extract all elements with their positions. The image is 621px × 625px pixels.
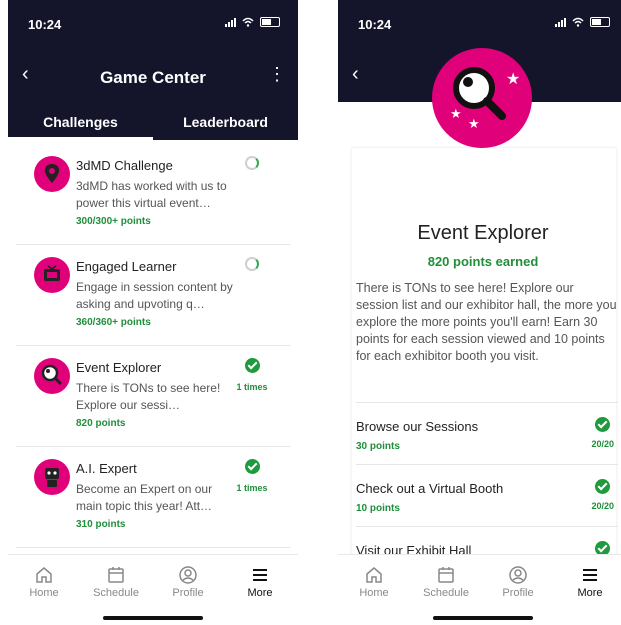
challenge-description: Become an Expert on our main topic this … <box>76 482 213 513</box>
checkmark-icon <box>595 417 610 432</box>
challenge-description: There is TONs to see here! Explore our s… <box>76 381 221 412</box>
checkmark-icon <box>595 479 610 494</box>
nav-home[interactable]: Home <box>338 565 410 599</box>
challenge-card[interactable]: 3dMD Challenge 3dMD has worked with us t… <box>16 144 290 245</box>
completion-status: 1 times <box>222 358 282 392</box>
nav-profile[interactable]: Profile <box>152 565 224 599</box>
checkmark-icon <box>244 358 260 373</box>
status-time: 10:24 <box>358 17 392 32</box>
page-title: Game Center <box>100 68 206 87</box>
back-arrow-icon[interactable]: ‹ <box>352 64 359 84</box>
magnifier-stars-icon: ★ ★ ★ <box>432 48 532 148</box>
task-points: 10 points <box>356 503 400 514</box>
task-label: Browse our Sessions <box>356 419 479 434</box>
nav-profile[interactable]: Profile <box>482 565 554 599</box>
challenge-title: 3dMD Challenge <box>76 158 173 173</box>
challenge-list: 3dMD Challenge 3dMD has worked with us t… <box>8 144 298 554</box>
tab-bar: Challenges Leaderboard <box>8 104 298 140</box>
home-indicator <box>103 616 203 620</box>
completion-count: 1 times <box>236 483 268 493</box>
signal-icon <box>225 17 236 27</box>
menu-icon <box>253 569 267 581</box>
menu-icon <box>583 569 597 581</box>
challenge-card[interactable]: Engaged Learner Engage in session conten… <box>16 245 290 346</box>
challenge-title: A.I. Expert <box>76 461 137 476</box>
game-center-screen: 10:24 ‹ Game Center ⋮ Challenges Leaderb… <box>8 0 298 625</box>
nav-more[interactable]: More <box>554 565 621 599</box>
profile-icon <box>509 566 527 584</box>
challenge-card[interactable]: A.I. Expert Become an Expert on our main… <box>16 447 290 548</box>
map-pin-icon <box>34 156 70 192</box>
calendar-icon <box>438 567 454 583</box>
profile-icon <box>179 566 197 584</box>
progress-indicator <box>222 257 282 276</box>
home-icon <box>36 567 52 583</box>
nav-schedule[interactable]: Schedule <box>80 565 152 599</box>
wifi-icon <box>242 17 254 27</box>
bottom-nav: Home Schedule Profile More <box>338 554 621 625</box>
magnifier-icon <box>34 358 70 394</box>
challenge-description: 3dMD has worked with us to power this vi… <box>76 179 227 210</box>
tab-leaderboard[interactable]: Leaderboard <box>153 104 298 140</box>
challenge-card[interactable]: Event Explorer There is TONs to see here… <box>16 346 290 447</box>
progress-ring-icon <box>245 257 259 271</box>
nav-profile-label: Profile <box>502 587 534 599</box>
nav-more[interactable]: More <box>224 565 296 599</box>
battery-icon <box>260 17 280 27</box>
status-icons <box>225 17 280 27</box>
status-bar: 10:24 <box>338 0 621 46</box>
task-row[interactable]: Check out a Virtual Booth 10 points 20/2… <box>356 464 618 527</box>
task-count: 20/20 <box>591 439 614 449</box>
wifi-icon <box>572 17 584 27</box>
robot-icon <box>34 459 70 495</box>
nav-schedule[interactable]: Schedule <box>410 565 482 599</box>
event-explorer-screen: 10:24 ‹ ★ ★ ★ Event Explorer 820 points … <box>338 0 621 625</box>
home-indicator <box>433 616 533 620</box>
nav-schedule-label: Schedule <box>423 587 469 599</box>
task-label: Check out a Virtual Booth <box>356 481 504 496</box>
svg-text:★: ★ <box>468 117 480 132</box>
challenge-points: 300/300+ points <box>76 216 151 227</box>
more-options-icon[interactable]: ⋮ <box>268 64 286 84</box>
battery-icon <box>590 17 610 27</box>
status-time: 10:24 <box>28 17 62 32</box>
checkmark-icon <box>244 459 260 474</box>
challenge-title: Event Explorer <box>417 222 549 244</box>
status-icons <box>555 17 610 27</box>
progress-ring-icon <box>245 156 259 170</box>
nav-more-label: More <box>247 587 273 599</box>
status-bar: 10:24 <box>8 0 298 46</box>
nav-home-label: Home <box>359 587 389 599</box>
completion-count: 1 times <box>236 382 268 392</box>
svg-text:★: ★ <box>450 107 462 122</box>
nav-home[interactable]: Home <box>8 565 80 599</box>
challenge-title: Event Explorer <box>76 360 162 375</box>
challenge-description: There is TONs to see here! Explore our s… <box>356 281 617 363</box>
home-icon <box>366 567 382 583</box>
task-points: 30 points <box>356 441 400 452</box>
bottom-nav: Home Schedule Profile More <box>8 554 298 625</box>
points-earned: 820 points earned <box>427 254 539 269</box>
progress-indicator <box>222 156 282 175</box>
challenge-description: Engage in session content by asking and … <box>76 280 233 311</box>
calendar-icon <box>108 567 124 583</box>
top-nav: ‹ Game Center ⋮ <box>8 46 298 104</box>
tab-challenges[interactable]: Challenges <box>8 104 153 140</box>
challenge-points: 310 points <box>76 519 126 530</box>
nav-profile-label: Profile <box>172 587 204 599</box>
nav-more-label: More <box>577 587 603 599</box>
nav-schedule-label: Schedule <box>93 587 139 599</box>
nav-home-label: Home <box>29 587 59 599</box>
svg-text:★: ★ <box>506 69 520 88</box>
tv-icon <box>34 257 70 293</box>
challenge-points: 820 points <box>76 418 126 429</box>
completion-status: 1 times <box>222 459 282 493</box>
challenge-title: Engaged Learner <box>76 259 177 274</box>
task-row[interactable]: Browse our Sessions 30 points 20/20 <box>356 402 618 465</box>
task-count: 20/20 <box>591 501 614 511</box>
signal-icon <box>555 17 566 27</box>
challenge-points: 360/360+ points <box>76 317 151 328</box>
